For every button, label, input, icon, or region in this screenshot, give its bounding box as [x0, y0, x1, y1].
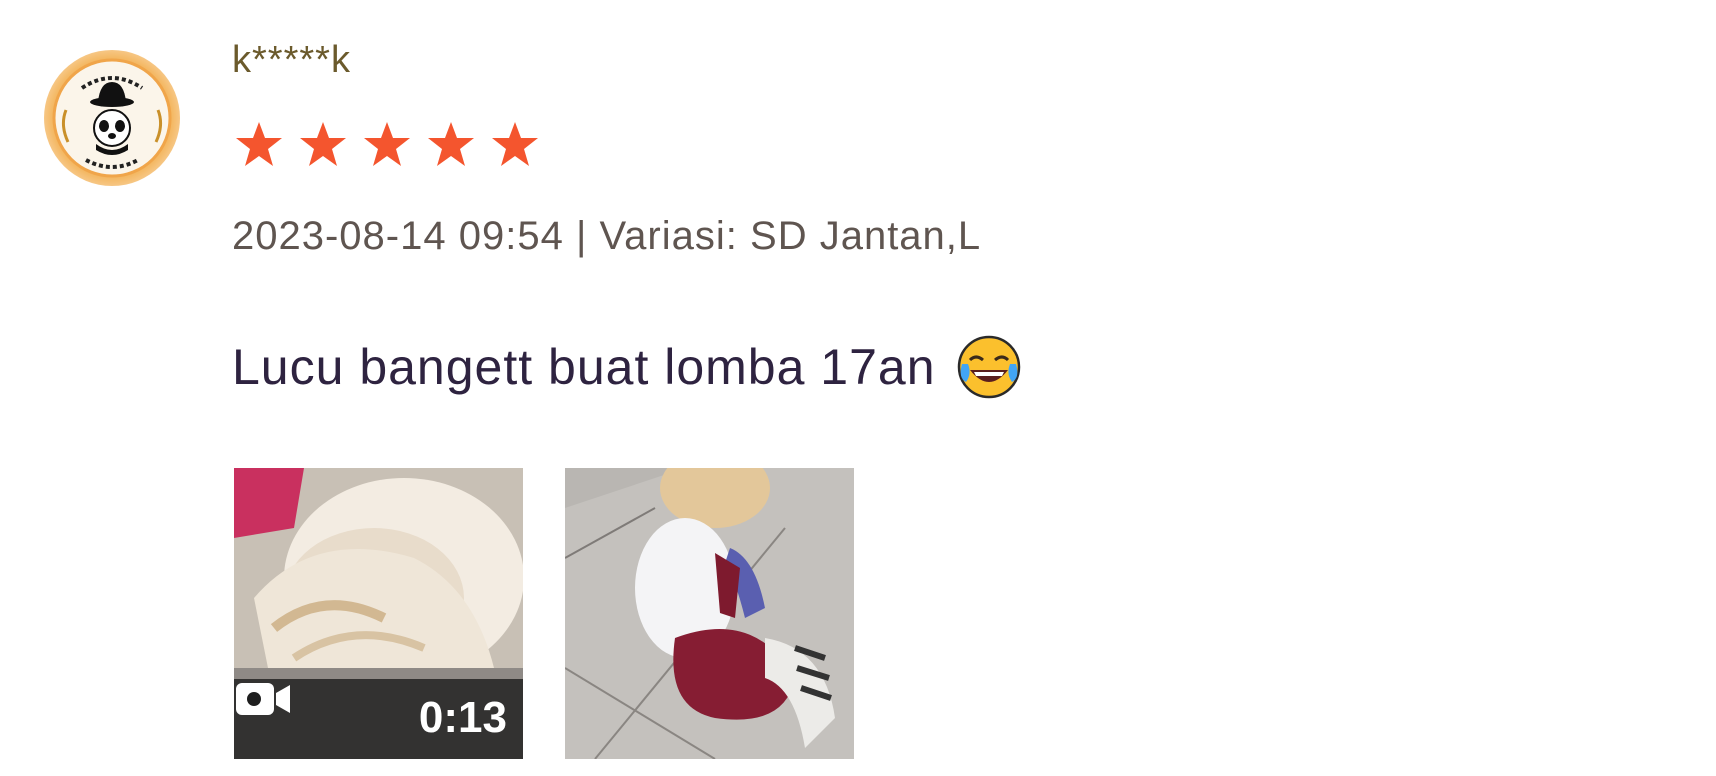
review-photo-thumbnail[interactable]: [565, 468, 854, 759]
review-comment-text: Lucu bangett buat lomba 17an: [232, 339, 936, 395]
review-timestamp: 2023-08-14 09:54: [232, 214, 564, 258]
star-icon: [364, 122, 410, 166]
review-comment: Lucu bangett buat lomba 17an: [232, 334, 1022, 400]
review-photo-image: [565, 468, 854, 759]
star-icon: [428, 122, 474, 166]
variation-value: SD Jantan,L: [750, 214, 982, 258]
avatar[interactable]: [44, 50, 180, 186]
video-info-bar: 0:13: [234, 679, 523, 759]
review-video-thumbnail[interactable]: 0:13: [234, 468, 523, 759]
variation-label: Variasi:: [599, 214, 738, 258]
star-icon: [236, 122, 282, 166]
video-camera-icon: [236, 683, 290, 715]
video-duration: 0:13: [418, 693, 507, 742]
product-review: k*****k 2023-08-14 09:54 | Variasi: SD J…: [0, 0, 1716, 776]
reviewer-username: k*****k: [232, 39, 351, 81]
star-icon: [300, 122, 346, 166]
face-with-tears-of-joy-icon: [957, 335, 1020, 399]
panda-logo-icon: [52, 58, 172, 178]
star-rating: [234, 120, 540, 170]
review-meta: 2023-08-14 09:54 | Variasi: SD Jantan,L: [232, 212, 981, 260]
meta-separator: |: [575, 214, 588, 258]
star-icon: [492, 122, 538, 166]
